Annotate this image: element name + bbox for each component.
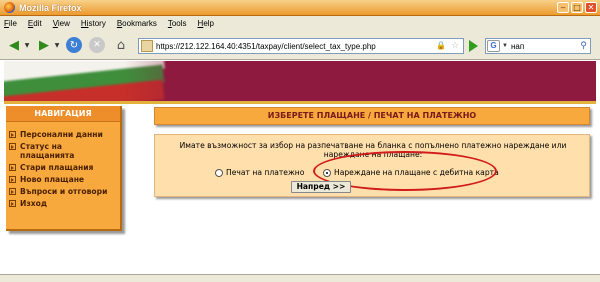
radio-print-payment-order[interactable] bbox=[215, 168, 223, 177]
search-engine-dropdown-icon[interactable]: ▼ bbox=[502, 43, 508, 49]
sidebar-item-logout[interactable]: Изход bbox=[6, 199, 120, 208]
window-controls: ‒ □ ✕ bbox=[557, 2, 597, 13]
forward-history-dropdown-icon[interactable]: ▼ bbox=[53, 37, 61, 53]
back-icon[interactable]: ◀ bbox=[5, 37, 23, 53]
option-print-label[interactable]: Печат на платежно bbox=[226, 168, 304, 177]
url-bar[interactable]: https://212.122.164.40:4351/taxpay/clien… bbox=[138, 38, 464, 54]
sidebar-item-label[interactable]: Персонални данни bbox=[20, 130, 103, 139]
menu-file[interactable]: File bbox=[4, 19, 17, 28]
lock-icon[interactable]: 🔒 bbox=[436, 41, 446, 50]
forward-icon[interactable]: ▶ bbox=[35, 37, 53, 53]
sidebar-item-label[interactable]: Изход bbox=[20, 199, 47, 208]
window-title: Mozilla Firefox bbox=[19, 2, 82, 13]
bullet-arrow-icon bbox=[9, 131, 16, 138]
search-bar[interactable]: G ▼ нап ⚲ bbox=[485, 38, 591, 54]
maximize-icon[interactable]: □ bbox=[571, 2, 583, 13]
search-icon[interactable]: ⚲ bbox=[580, 40, 587, 51]
sidebar-item-new-payment[interactable]: Ново плащане bbox=[6, 175, 120, 184]
sidebar-item-label[interactable]: Въпроси и отговори bbox=[20, 187, 107, 196]
navigation-toolbar: ◀ ▼ ▶ ▼ ↻ ✕ ⌂ https://212.122.164.40:435… bbox=[0, 30, 600, 60]
menu-edit[interactable]: Edit bbox=[28, 19, 42, 28]
sidebar-item-faq[interactable]: Въпроси и отговори bbox=[6, 187, 120, 196]
banner-divider bbox=[4, 101, 596, 104]
back-history-dropdown-icon[interactable]: ▼ bbox=[23, 37, 31, 53]
google-search-engine-icon[interactable]: G bbox=[487, 40, 500, 52]
menu-bar: File Edit View History Bookmarks Tools H… bbox=[0, 16, 600, 30]
url-text[interactable]: https://212.122.164.40:4351/taxpay/clien… bbox=[156, 42, 376, 51]
stop-icon[interactable]: ✕ bbox=[89, 37, 105, 53]
sidebar-item-label[interactable]: Статус на плащанията bbox=[20, 142, 117, 160]
bullet-arrow-icon bbox=[9, 188, 16, 195]
page-content: НАВИГАЦИЯ Персонални данни Статус на пла… bbox=[4, 61, 596, 274]
navigation-sidebar: НАВИГАЦИЯ Персонални данни Статус на пла… bbox=[6, 106, 122, 231]
sidebar-item-old-payments[interactable]: Стари плащания bbox=[6, 163, 120, 172]
sidebar-item-personal-data[interactable]: Персонални данни bbox=[6, 130, 120, 139]
menu-tools[interactable]: Tools bbox=[168, 19, 187, 28]
page-title: ИЗБЕРЕТЕ ПЛАЩАНЕ / ПЕЧАТ НА ПЛАТЕЖНО bbox=[154, 107, 590, 125]
sidebar-item-label[interactable]: Ново плащане bbox=[20, 175, 84, 184]
bookmark-star-icon[interactable]: ☆ bbox=[451, 40, 459, 51]
firefox-logo-icon bbox=[4, 2, 15, 13]
payment-choice-panel: Имате възможност за избор на разпечатван… bbox=[154, 134, 590, 197]
search-input[interactable]: нап bbox=[511, 42, 524, 51]
menu-help[interactable]: Help bbox=[198, 19, 214, 28]
menu-view[interactable]: View bbox=[53, 19, 70, 28]
header-banner bbox=[4, 61, 596, 101]
sidebar-item-label[interactable]: Стари плащания bbox=[20, 163, 93, 172]
minimize-icon[interactable]: ‒ bbox=[557, 2, 569, 13]
menu-bookmarks[interactable]: Bookmarks bbox=[117, 19, 157, 28]
window-titlebar: Mozilla Firefox ‒ □ ✕ bbox=[0, 0, 600, 16]
bullet-arrow-icon bbox=[9, 164, 16, 171]
site-identity-icon[interactable] bbox=[141, 40, 153, 52]
bullet-arrow-icon bbox=[9, 176, 16, 183]
next-button[interactable]: Напред >> bbox=[291, 181, 351, 193]
option-print-payment-order[interactable]: Печат на платежно bbox=[215, 168, 304, 177]
bullet-arrow-icon bbox=[9, 200, 16, 207]
bullet-arrow-icon bbox=[9, 143, 16, 150]
go-icon[interactable] bbox=[469, 40, 478, 52]
menu-history[interactable]: History bbox=[81, 19, 106, 28]
reload-icon[interactable]: ↻ bbox=[66, 37, 82, 53]
sidebar-item-payment-status[interactable]: Статус на плащанията bbox=[6, 142, 120, 160]
sidebar-heading: НАВИГАЦИЯ bbox=[6, 106, 120, 122]
status-bar bbox=[0, 274, 600, 282]
home-icon[interactable]: ⌂ bbox=[112, 37, 130, 53]
close-icon[interactable]: ✕ bbox=[585, 2, 597, 13]
